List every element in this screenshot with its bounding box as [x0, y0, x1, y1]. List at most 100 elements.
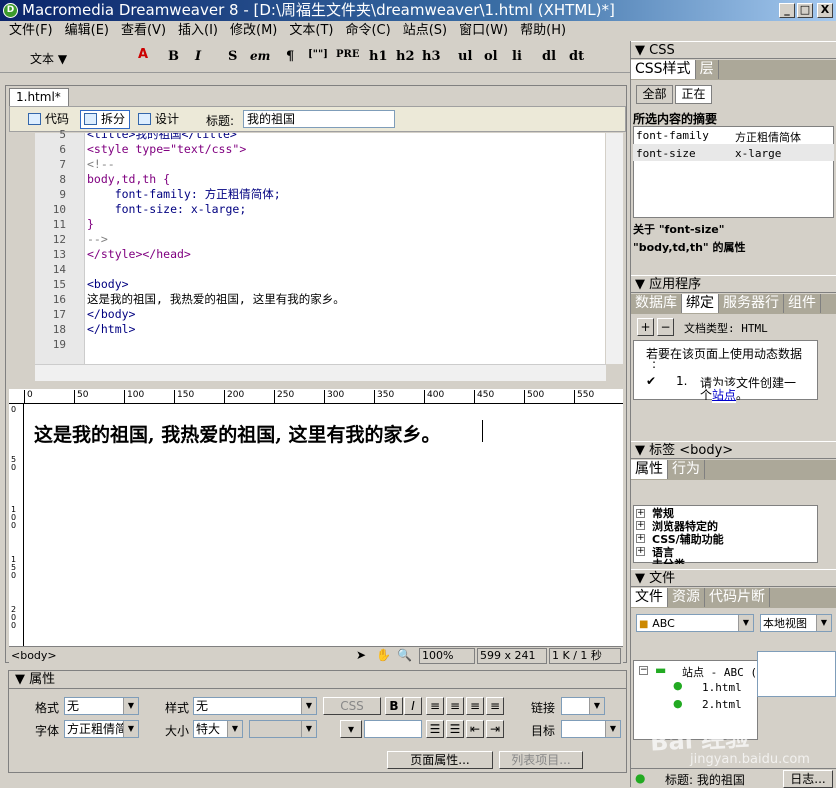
ordered-list-icon[interactable]: ☰ — [446, 720, 464, 738]
site-link[interactable]: 站点 — [712, 386, 737, 403]
window-size-select[interactable]: 599 x 241 — [477, 648, 547, 664]
em-button[interactable]: em — [250, 49, 270, 63]
properties-header[interactable]: ▼ 属性 — [9, 671, 626, 689]
collapse-icon[interactable]: − — [639, 666, 648, 675]
code-line[interactable]: font-family: 方正粗倩简体; — [87, 187, 281, 202]
site-root[interactable]: 站点 - ABC ( — [682, 664, 757, 680]
pointer-tool-icon[interactable]: ➤ — [356, 647, 366, 664]
menu-site[interactable]: 站点(S) — [403, 23, 447, 38]
menu-modify[interactable]: 修改(M) — [230, 23, 277, 38]
tab-server-behaviors[interactable]: 服务器行 — [719, 294, 784, 313]
bold-button[interactable]: B — [385, 697, 403, 715]
dl-button[interactable]: dl — [542, 49, 556, 64]
code-line[interactable]: } — [87, 217, 94, 232]
tag-selector[interactable]: <body> — [11, 647, 57, 664]
code-vertical-scrollbar[interactable] — [606, 133, 623, 364]
application-panel-header[interactable]: ▼ 应用程序 — [631, 275, 836, 293]
indent-icon[interactable]: ⇥ — [486, 720, 504, 738]
code-line[interactable]: </body> — [87, 307, 135, 322]
css-row-prop[interactable]: font-size — [636, 147, 696, 160]
remove-binding-button[interactable]: − — [657, 318, 674, 336]
document-title-input[interactable]: 我的祖国 — [243, 110, 395, 128]
code-view-button[interactable]: 代码 — [24, 110, 74, 129]
css-panel-header[interactable]: ▼ CSS — [631, 41, 836, 59]
expand-icon[interactable]: + — [636, 534, 645, 543]
blockquote-button[interactable]: [""] — [308, 49, 328, 60]
add-binding-button[interactable]: + — [637, 318, 654, 336]
tab-behaviors[interactable]: 行为 — [668, 460, 705, 479]
italic-button[interactable]: I — [195, 49, 201, 64]
tab-attributes[interactable]: 属性 — [631, 460, 668, 479]
link-input[interactable]: ▼ — [561, 697, 605, 715]
size-unit-select[interactable]: ▼ — [249, 720, 317, 738]
code-line[interactable]: body,td,th { — [87, 172, 170, 187]
log-button[interactable]: 日志... — [783, 770, 833, 788]
strong-button[interactable]: S — [228, 49, 237, 64]
split-view-button[interactable]: 拆分 — [80, 110, 131, 129]
file-item[interactable]: 2.html — [702, 698, 742, 711]
menu-view[interactable]: 查看(V) — [121, 23, 166, 38]
design-view-button[interactable]: 设计 — [134, 110, 184, 129]
code-line[interactable]: 这是我的祖国, 我热爱的祖国, 这里有我的家乡。 — [87, 292, 345, 307]
view-select[interactable]: 本地视图 ▼ — [760, 614, 832, 632]
menu-edit[interactable]: 编辑(E) — [65, 23, 109, 38]
outdent-icon[interactable]: ⇤ — [466, 720, 484, 738]
tab-css-styles[interactable]: CSS样式 — [631, 60, 696, 79]
file-item[interactable]: 1.html — [702, 681, 742, 694]
tab-components[interactable]: 组件 — [784, 294, 821, 313]
tab-snippets[interactable]: 代码片断 — [705, 588, 770, 607]
code-line[interactable]: font-size: x-large; — [87, 202, 247, 217]
attr-group[interactable]: 未分类 — [652, 556, 685, 564]
code-line[interactable]: <title>我的祖国</title> — [87, 133, 237, 142]
insert-category-select[interactable]: 文本 ▼ — [30, 50, 67, 67]
text-color-button[interactable]: ▾ — [340, 720, 362, 738]
ol-button[interactable]: ol — [484, 49, 498, 64]
format-select[interactable]: 无 ▼ — [64, 697, 139, 715]
css-mode-current[interactable]: 正在 — [675, 85, 712, 104]
css-row-prop[interactable]: font-family — [636, 129, 709, 142]
code-line[interactable]: <!-- — [87, 157, 115, 172]
maximize-button[interactable]: □ — [797, 3, 813, 18]
size-select[interactable]: 特大 ▼ — [193, 720, 243, 738]
design-view[interactable]: 这是我的祖国, 我热爱的祖国, 这里有我的家乡。 — [24, 404, 623, 646]
code-line[interactable]: --> — [87, 232, 108, 247]
menu-insert[interactable]: 插入(I) — [178, 23, 218, 38]
code-line[interactable]: </html> — [87, 322, 135, 337]
zoom-select[interactable]: 100% — [419, 648, 475, 664]
align-right-icon[interactable]: ≡ — [466, 697, 484, 715]
italic-button[interactable]: I — [404, 697, 422, 715]
tab-files[interactable]: 文件 — [631, 588, 668, 607]
menu-help[interactable]: 帮助(H) — [520, 23, 566, 38]
target-select[interactable]: ▼ — [561, 720, 621, 738]
expand-icon[interactable]: + — [636, 509, 645, 518]
css-mode-all[interactable]: 全部 — [636, 85, 673, 104]
zoom-tool-icon[interactable]: 🔍 — [397, 647, 412, 664]
code-line[interactable]: <body> — [87, 277, 129, 292]
css-button[interactable]: CSS — [323, 697, 381, 715]
li-button[interactable]: li — [512, 49, 522, 64]
menu-text[interactable]: 文本(T) — [289, 23, 333, 38]
dt-button[interactable]: dt — [569, 49, 584, 64]
code-editor[interactable]: <title>我的祖国</title> <style type="text/css… — [85, 133, 605, 364]
close-button[interactable]: X — [817, 3, 833, 18]
code-line[interactable]: </style></head> — [87, 247, 191, 262]
minimize-button[interactable]: _ — [779, 3, 795, 18]
menu-file[interactable]: 文件(F) — [9, 23, 53, 38]
style-select[interactable]: 无 ▼ — [193, 697, 317, 715]
h2-button[interactable]: h2 — [396, 49, 415, 64]
page-properties-button[interactable]: 页面属性... — [387, 751, 493, 769]
hand-tool-icon[interactable]: ✋ — [376, 647, 391, 664]
h3-button[interactable]: h3 — [422, 49, 441, 64]
text-color-input[interactable] — [364, 720, 422, 738]
tab-databases[interactable]: 数据库 — [631, 294, 682, 313]
list-item-button[interactable]: 列表项目... — [499, 751, 583, 769]
files-panel-header[interactable]: ▼ 文件 — [631, 569, 836, 587]
tab-assets[interactable]: 资源 — [668, 588, 705, 607]
menu-window[interactable]: 窗口(W) — [459, 23, 508, 38]
font-select[interactable]: 方正粗倩简 ▼ — [64, 720, 139, 738]
tag-panel-header[interactable]: ▼ 标签 <body> — [631, 441, 836, 459]
justify-icon[interactable]: ≡ — [486, 697, 504, 715]
expand-icon[interactable]: + — [636, 521, 645, 530]
font-tag-icon[interactable]: A — [138, 47, 148, 62]
code-horizontal-scrollbar[interactable] — [35, 364, 606, 381]
